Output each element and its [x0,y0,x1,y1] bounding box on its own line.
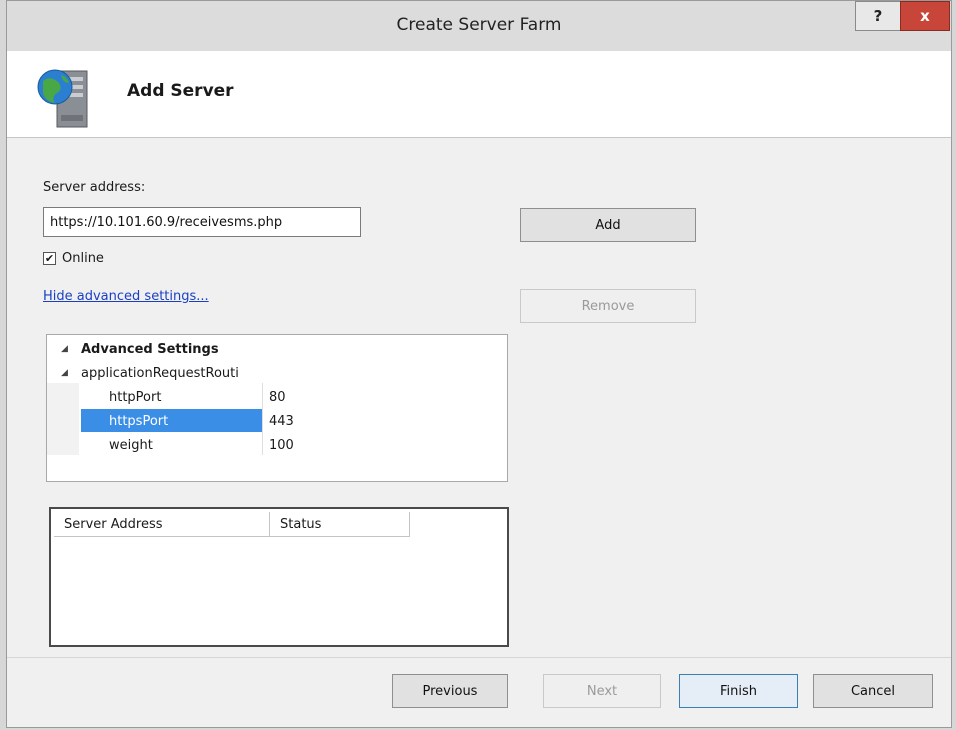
server-address-input[interactable] [43,207,361,237]
collapse-triangle-icon[interactable]: ◢ [61,344,68,354]
online-checkbox[interactable]: ✔ [43,252,56,265]
previous-button[interactable]: Previous [392,674,508,708]
footer-divider [7,657,951,658]
title-bar: Create Server Farm ? x [7,1,951,51]
page-heading: Add Server [127,81,234,101]
close-icon: x [920,7,930,25]
property-name: httpsPort [109,413,169,429]
property-value[interactable]: 80 [269,390,286,405]
arr-group-row[interactable]: ◢ applicationRequestRouti [47,361,507,385]
help-icon: ? [873,7,883,25]
property-name: weight [109,437,153,453]
collapse-triangle-icon[interactable]: ◢ [61,368,68,378]
hide-advanced-settings-link[interactable]: Hide advanced settings... [43,289,209,304]
section-label: Advanced Settings [81,341,219,357]
check-mark-icon: ✔ [44,252,55,265]
online-checkbox-row[interactable]: ✔ Online [43,251,104,266]
property-name: httpPort [109,389,162,405]
column-header-status[interactable]: Status [270,512,410,537]
wizard-header: Add Server [7,51,951,138]
group-label: applicationRequestRouti [81,365,239,381]
add-button[interactable]: Add [520,208,696,242]
close-button[interactable]: x [900,1,950,31]
finish-button[interactable]: Finish [679,674,798,708]
server-address-label: Server address: [43,180,146,195]
property-value[interactable]: 443 [269,414,294,429]
advanced-settings-section[interactable]: ◢ Advanced Settings [47,337,507,361]
online-label: Online [62,251,104,266]
advanced-settings-grid[interactable]: ◢ Advanced Settings ◢ applicationRequest… [46,334,508,482]
server-globe-icon [33,61,93,131]
window-title: Create Server Farm [396,15,562,35]
property-row-httpsport[interactable]: httpsPort 443 [47,409,507,433]
help-button[interactable]: ? [855,1,901,31]
next-button[interactable]: Next [543,674,661,708]
property-value[interactable]: 100 [269,438,294,453]
column-header-server-address[interactable]: Server Address [54,512,270,537]
cancel-button[interactable]: Cancel [813,674,933,708]
server-list[interactable]: Server Address Status [49,507,509,647]
property-row-httpport[interactable]: httpPort 80 [47,385,507,409]
create-server-farm-dialog: Create Server Farm ? x Add Server Server… [6,0,952,728]
remove-button[interactable]: Remove [520,289,696,323]
property-row-weight[interactable]: weight 100 [47,433,507,457]
